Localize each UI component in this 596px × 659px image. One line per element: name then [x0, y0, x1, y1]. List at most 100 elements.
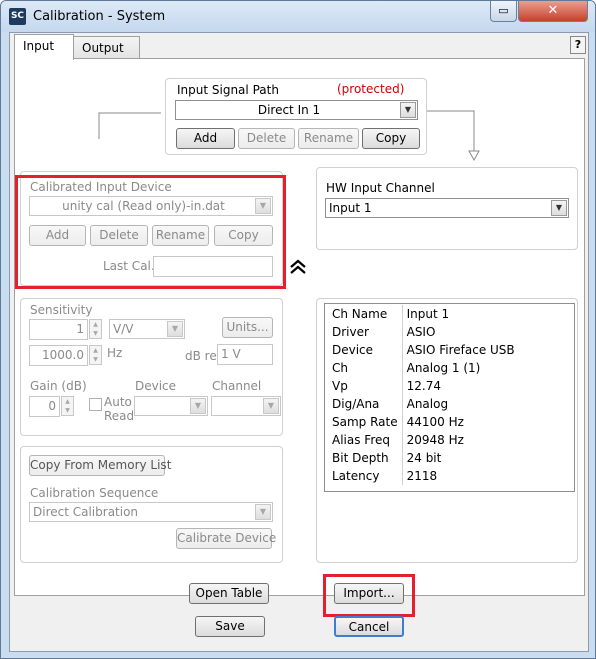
frequency-unit-label: Hz	[107, 346, 123, 360]
info-value: ASIO	[406, 325, 436, 339]
sequence-select[interactable]: Direct Calibration ▼	[29, 502, 273, 522]
copy-from-memory-button[interactable]: Copy From Memory List	[29, 455, 171, 476]
close-icon: ✕	[547, 3, 559, 18]
info-value: 12.74	[406, 379, 441, 393]
last-cal-label: Last Cal.	[103, 259, 155, 273]
info-value: 24 bit	[406, 451, 442, 465]
channel-info-table: Ch Name Input 1 Driver ASIO Device ASIO Firef…	[328, 305, 519, 485]
chevron-down-icon[interactable]: ▼	[167, 321, 183, 337]
restore-icon: ▭	[498, 4, 509, 17]
info-value: 2118	[406, 469, 438, 483]
info-value: Analog 1 (1)	[406, 361, 481, 375]
save-button[interactable]: Save	[195, 616, 265, 637]
gain-label: Gain (dB)	[30, 379, 87, 393]
sensitivity-spinner[interactable]: ▲ ▼	[89, 319, 102, 339]
info-value: 44100 Hz	[406, 415, 464, 429]
tab-output[interactable]: Output	[73, 36, 140, 60]
cancel-button[interactable]: Cancel	[334, 616, 404, 637]
sensitivity-unit-value: V/V	[113, 322, 134, 336]
hw-channel-label: HW Input Channel	[326, 181, 435, 195]
close-button[interactable]: ✕	[518, 1, 588, 22]
signal-path-label: Input Signal Path	[177, 83, 279, 97]
chevron-down-icon[interactable]: ▼	[190, 398, 206, 414]
chevron-down-icon[interactable]: ▼	[263, 398, 279, 414]
cal-device-rename-button[interactable]: Rename	[152, 225, 209, 246]
info-key: Ch	[328, 359, 403, 377]
protected-label: (protected)	[337, 82, 405, 96]
tab-input[interactable]: Input	[14, 34, 74, 60]
info-key: Dig/Ana	[328, 395, 403, 413]
info-key: Latency	[328, 467, 403, 485]
info-value: Analog	[406, 397, 449, 411]
info-row: Device ASIO Fireface USB	[328, 341, 519, 359]
sensitivity-label: Sensitivity	[30, 303, 93, 317]
app-logo-icon: SC	[9, 8, 26, 25]
cal-device-value: unity cal (Read only)-in.dat	[62, 199, 225, 213]
info-row: Driver ASIO	[328, 323, 519, 341]
chevron-down-icon[interactable]: ▼	[551, 200, 567, 216]
cal-device-add-button[interactable]: Add	[29, 225, 86, 246]
help-button[interactable]: ?	[570, 36, 586, 54]
cal-device-copy-button[interactable]: Copy	[214, 225, 273, 246]
signal-path-add-button[interactable]: Add	[176, 128, 235, 149]
cal-device-select[interactable]: unity cal (Read only)-in.dat ▼	[29, 196, 273, 216]
hw-channel-select[interactable]: Input 1 ▼	[325, 198, 569, 218]
channel-info-list[interactable]: Ch Name Input 1 Driver ASIO Device ASIO Firef…	[324, 303, 575, 492]
info-row: Ch Analog 1 (1)	[328, 359, 519, 377]
cal-device-delete-button[interactable]: Delete	[90, 225, 148, 246]
calibrate-device-button[interactable]: Calibrate Device	[176, 528, 276, 549]
restore-button[interactable]: ▭	[490, 1, 517, 22]
info-key: Device	[328, 341, 403, 359]
info-row: Samp Rate 44100 Hz	[328, 413, 519, 431]
dbref-input[interactable]: 1 V	[217, 344, 273, 365]
gain-input[interactable]: 0	[29, 396, 60, 417]
signal-path-value: Direct In 1	[257, 103, 321, 117]
signal-path-delete-button[interactable]: Delete	[238, 128, 295, 149]
auto-read-label: Auto Read	[104, 395, 134, 423]
signal-path-copy-button[interactable]: Copy	[362, 128, 420, 149]
info-row: Ch Name Input 1	[328, 305, 519, 323]
sequence-value: Direct Calibration	[33, 505, 139, 519]
sensitivity-unit-select[interactable]: V/V ▼	[109, 319, 185, 339]
auto-read-line2: Read	[104, 409, 135, 423]
dialog-client: Input Output ? Input Signal Path (protec…	[9, 32, 589, 652]
double-chevron-up-icon	[290, 259, 306, 274]
info-row: Vp 12.74	[328, 377, 519, 395]
sensitivity-input[interactable]: 1	[29, 319, 88, 340]
sequence-label: Calibration Sequence	[30, 486, 159, 500]
title-bar[interactable]: SC Calibration - System ▭ ✕	[1, 1, 595, 32]
info-value: Input 1	[406, 307, 450, 321]
dbref-label: dB ref	[185, 349, 221, 363]
info-key: Vp	[328, 377, 403, 395]
import-button[interactable]: Import...	[334, 583, 404, 604]
info-value: ASIO Fireface USB	[406, 343, 515, 357]
device-label: Device	[135, 379, 177, 393]
units-button[interactable]: Units...	[222, 317, 273, 338]
channel-label: Channel	[212, 379, 262, 393]
frequency-spinner[interactable]: ▲ ▼	[89, 345, 102, 365]
info-key: Samp Rate	[328, 413, 403, 431]
chevron-down-icon[interactable]: ▼	[255, 504, 271, 520]
info-key: Alias Freq	[328, 431, 403, 449]
chevron-down-icon[interactable]: ▼	[400, 102, 416, 118]
device-select[interactable]: ▼	[134, 396, 208, 416]
info-row: Latency 2118	[328, 467, 519, 485]
window-title: Calibration - System	[33, 9, 166, 24]
signal-path-rename-button[interactable]: Rename	[298, 128, 359, 149]
info-key: Ch Name	[328, 305, 403, 323]
info-value: 20948 Hz	[406, 433, 464, 447]
info-row: Dig/Ana Analog	[328, 395, 519, 413]
chevron-down-icon[interactable]: ▼	[255, 198, 271, 214]
auto-read-line1: Auto	[104, 395, 132, 409]
open-table-button[interactable]: Open Table	[189, 583, 269, 604]
info-row: Bit Depth 24 bit	[328, 449, 519, 467]
frequency-input[interactable]: 1000.0	[29, 345, 88, 366]
calibration-window: SC Calibration - System ▭ ✕ Input Output…	[0, 0, 596, 659]
channel-select[interactable]: ▼	[211, 396, 281, 416]
auto-read-checkbox[interactable]	[89, 398, 102, 411]
signal-path-select[interactable]: Direct In 1 ▼	[175, 100, 418, 120]
cal-device-label: Calibrated Input Device	[30, 180, 172, 194]
info-key: Driver	[328, 323, 403, 341]
gain-spinner[interactable]: ▲ ▼	[61, 396, 74, 416]
info-key: Bit Depth	[328, 449, 403, 467]
